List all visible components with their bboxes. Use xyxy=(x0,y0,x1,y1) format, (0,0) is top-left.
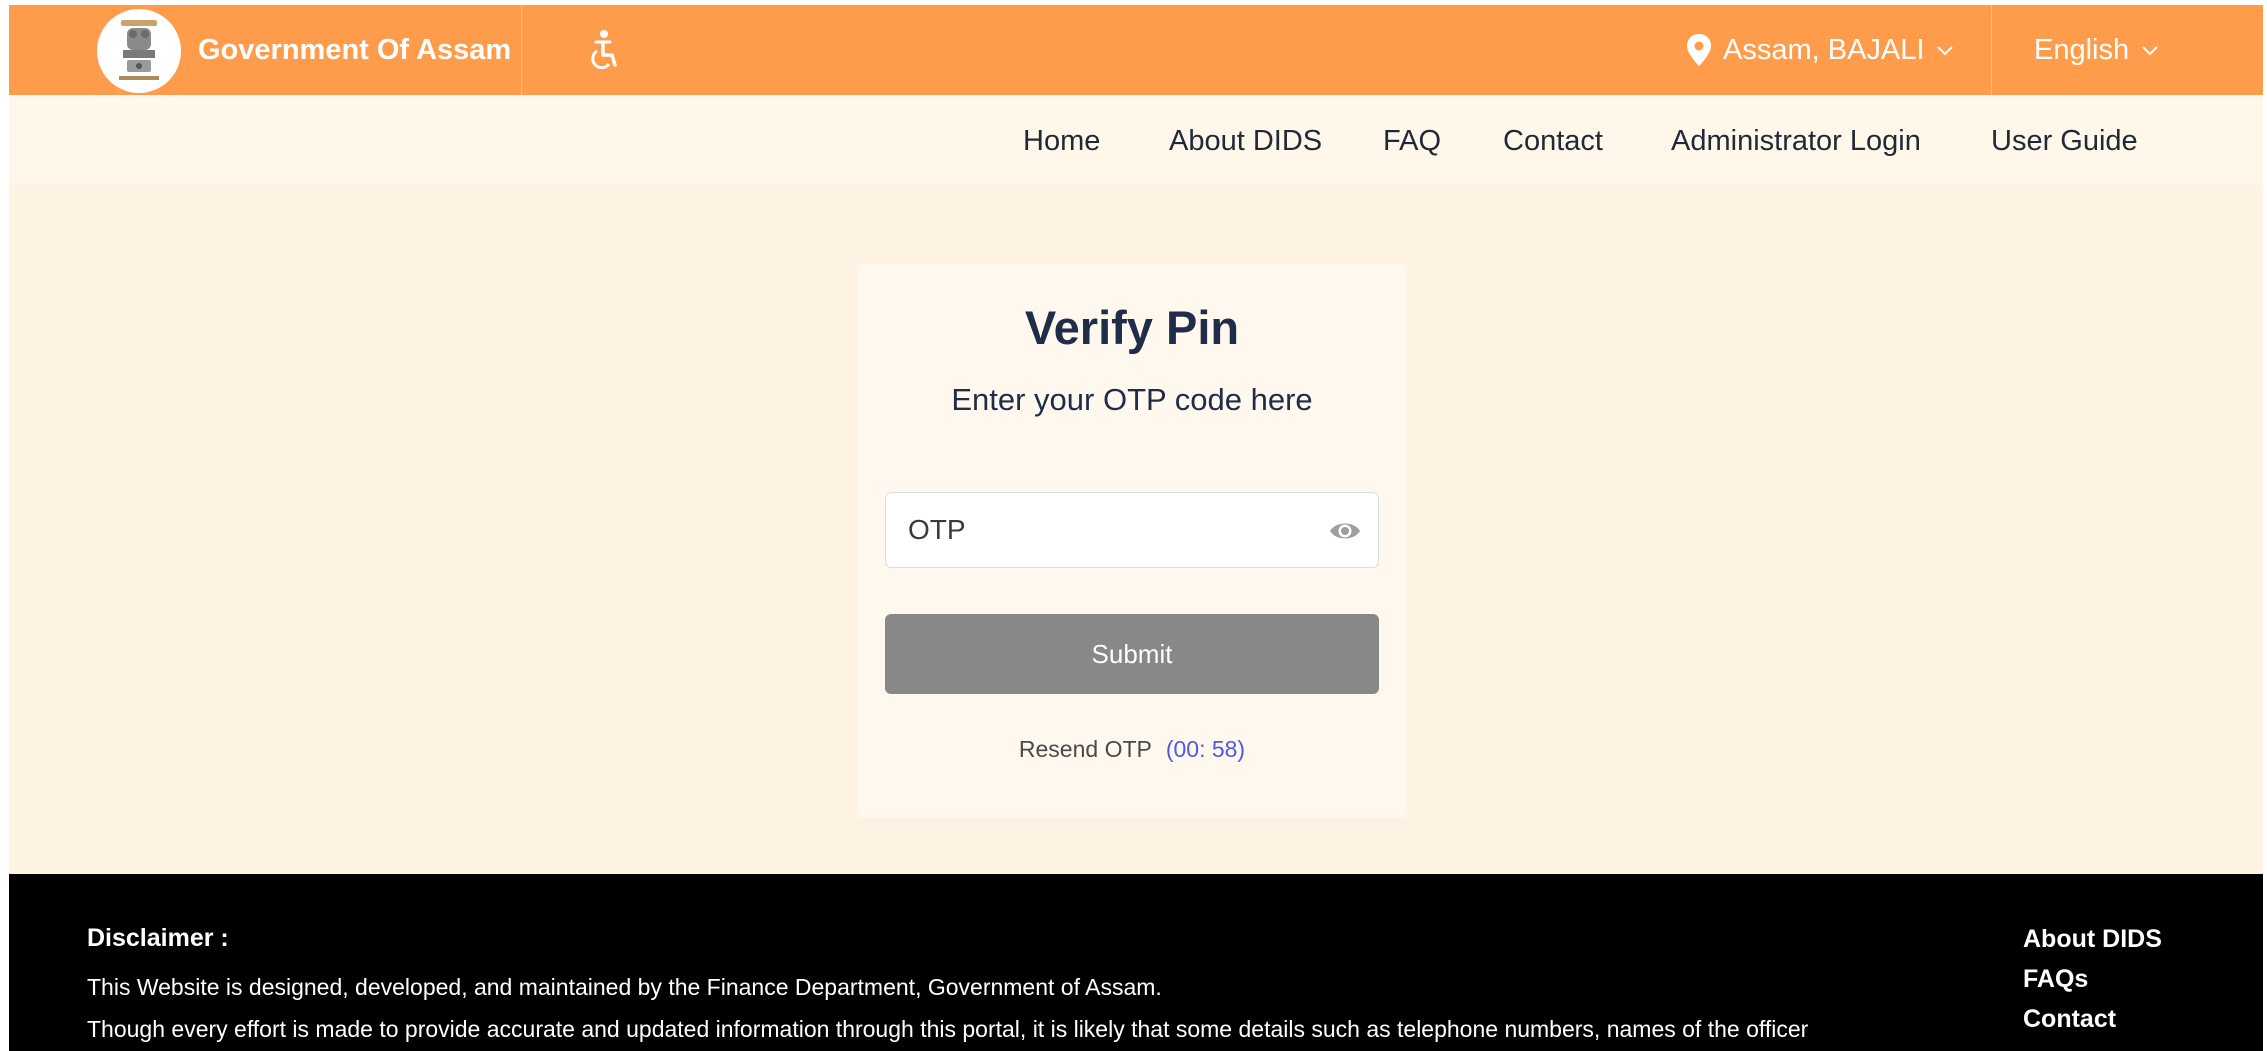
chevron-down-icon xyxy=(1937,46,1954,56)
page-frame: Government Of Assam Assam, BAJALI Englis… xyxy=(9,5,2263,1051)
main-nav: Home About DIDS FAQ Contact Administrato… xyxy=(9,95,2263,185)
footer: Disclaimer : This Website is designed, d… xyxy=(9,874,2263,1051)
otp-field xyxy=(885,492,1379,568)
emblem-icon xyxy=(119,20,159,80)
map-pin-icon xyxy=(1687,34,1711,66)
otp-input[interactable] xyxy=(886,493,1328,567)
footer-links: About DIDS FAQs Contact xyxy=(2023,924,2162,1044)
resend-otp-row: Resend OTP (00: 58) xyxy=(857,736,1407,763)
language-selector[interactable]: English xyxy=(2034,5,2159,95)
card-subtitle: Enter your OTP code here xyxy=(951,382,1313,417)
disclaimer-text: Though every effort is made to provide a… xyxy=(87,1016,1809,1042)
location-label: Assam, BAJALI xyxy=(1723,33,1925,66)
card-title: Verify Pin xyxy=(1024,301,1240,354)
nav-home[interactable]: Home xyxy=(1023,95,1100,187)
accessibility-icon[interactable] xyxy=(584,29,624,71)
nav-about-dids[interactable]: About DIDS xyxy=(1169,95,1322,187)
nav-user-guide[interactable]: User Guide xyxy=(1991,95,2138,187)
footer-link-about-dids[interactable]: About DIDS xyxy=(2023,924,2162,964)
disclaimer-heading: Disclaimer : xyxy=(87,924,229,952)
verify-pin-card: Verify Pin Enter your OTP code here Subm… xyxy=(857,264,1407,817)
state-emblem-logo[interactable] xyxy=(97,9,181,93)
header-divider xyxy=(521,5,522,95)
nav-administrator-login[interactable]: Administrator Login xyxy=(1671,95,1921,187)
resend-timer: (00: 58) xyxy=(1165,736,1246,762)
language-label: English xyxy=(2034,33,2130,66)
resend-otp-link[interactable]: Resend OTP xyxy=(1019,736,1152,762)
nav-faq[interactable]: FAQ xyxy=(1383,95,1441,187)
footer-link-contact[interactable]: Contact xyxy=(2023,1004,2162,1044)
header-divider xyxy=(1991,5,1992,95)
nav-contact[interactable]: Contact xyxy=(1503,95,1603,187)
disclaimer-text: This Website is designed, developed, and… xyxy=(87,974,1162,1000)
top-bar: Government Of Assam Assam, BAJALI Englis… xyxy=(9,5,2263,95)
submit-button[interactable]: Submit xyxy=(885,614,1379,694)
eye-icon[interactable] xyxy=(1328,517,1362,545)
chevron-down-icon xyxy=(2142,46,2158,56)
site-title[interactable]: Government Of Assam xyxy=(198,5,511,95)
footer-link-faqs[interactable]: FAQs xyxy=(2023,964,2162,1004)
location-selector[interactable]: Assam, BAJALI xyxy=(1687,5,1954,95)
